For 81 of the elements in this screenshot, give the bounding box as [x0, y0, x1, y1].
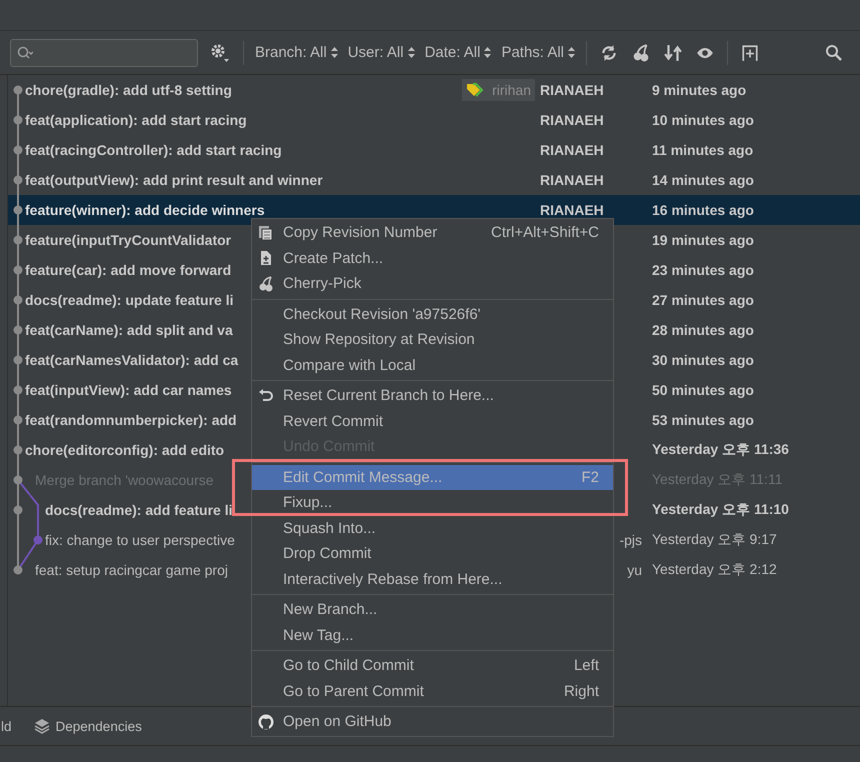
filter-dropdown[interactable]: User: All — [348, 44, 415, 61]
author-name: RIANAEH — [540, 82, 604, 98]
commit-date: Yesterday 오후 11:36 — [652, 441, 789, 459]
search-icon[interactable] — [825, 44, 843, 62]
filter-dropdown[interactable]: Paths: All — [501, 44, 575, 61]
commit-date: Yesterday 오후 9:17 — [652, 531, 777, 549]
menu-item[interactable]: Compare with Local — [252, 352, 613, 378]
patch-icon — [258, 250, 274, 266]
commit-date: 27 minutes ago — [652, 292, 754, 308]
caret-icon — [330, 47, 338, 58]
menu-item[interactable]: Open on GitHub — [252, 709, 613, 734]
commit-date: Yesterday 오후 11:10 — [652, 501, 789, 519]
tool-window-tab[interactable]: ld — [1, 718, 12, 734]
tag-label: ririhan — [462, 79, 535, 101]
author-name: RIANAEH — [540, 172, 604, 188]
commit-date: 50 minutes ago — [652, 382, 754, 398]
author-name: yu — [627, 562, 642, 578]
menu-item[interactable]: Create Patch... — [252, 246, 613, 271]
menu-item[interactable]: New Branch... — [252, 597, 613, 622]
commit-message[interactable]: feat: setup racingcar game proj — [35, 562, 228, 578]
menu-item[interactable]: Cherry-Pick — [252, 271, 613, 296]
commit-date: 14 minutes ago — [652, 172, 754, 188]
author-name: -pjs — [619, 532, 642, 548]
search-icon — [17, 46, 33, 60]
commit-message[interactable]: feat(inputView): add car names — [25, 382, 232, 398]
menu-item[interactable]: Copy Revision Number Ctrl+Alt+Shift+C — [252, 220, 613, 246]
menu-item[interactable]: Go to Parent Commit Right — [252, 678, 613, 704]
commit-message[interactable]: docs(readme): update feature li — [25, 292, 234, 308]
menu-item[interactable]: Fixup... — [252, 490, 613, 516]
menu-item[interactable]: Checkout Revision 'a97526f6' — [252, 302, 613, 327]
filter-dropdown[interactable]: Branch: All — [255, 44, 338, 61]
undo-icon — [258, 388, 274, 404]
caret-icon — [568, 47, 575, 58]
commit-date: 30 minutes ago — [652, 352, 754, 368]
commit-date: 10 minutes ago — [652, 112, 754, 128]
caret-icon — [484, 47, 492, 58]
menu-item[interactable]: Show Repository at Revision — [252, 327, 613, 352]
menu-item[interactable]: Squash Into... — [252, 516, 613, 541]
menu-item[interactable]: New Tag... — [252, 622, 613, 648]
cherry-icon — [258, 276, 274, 292]
commit-date: 28 minutes ago — [652, 322, 754, 338]
commit-message[interactable]: chore(gradle): add utf-8 setting — [25, 82, 232, 98]
menu-item[interactable]: Drop Commit — [252, 541, 613, 566]
tool-window-tab[interactable]: Dependencies — [34, 718, 142, 734]
settings-icon[interactable] — [210, 42, 230, 62]
copy-icon — [258, 224, 274, 241]
commit-date: 16 minutes ago — [652, 202, 754, 218]
author-name: RIANAEH — [540, 202, 604, 218]
commit-message[interactable]: feat(racingController): add start racing — [25, 142, 282, 158]
commit-date: 23 minutes ago — [652, 262, 754, 278]
search-field[interactable] — [10, 38, 198, 66]
commit-message[interactable]: feature(car): add move forward — [25, 262, 232, 278]
commit-date: 9 minutes ago — [652, 82, 746, 98]
commit-message[interactable]: chore(editorconfig): add edito — [25, 442, 224, 458]
refresh-icon[interactable] — [600, 44, 618, 62]
menu-item[interactable]: Interactively Rebase from Here... — [252, 566, 613, 592]
author-name: RIANAEH — [540, 112, 604, 128]
menu-item[interactable]: Reset Current Branch to Here... — [252, 383, 613, 408]
filter-dropdown[interactable]: Date: All — [424, 44, 492, 61]
author-name: RIANAEH — [540, 142, 604, 158]
commit-message[interactable]: feature(winner): add decide winners — [25, 202, 265, 218]
menu-item[interactable]: Go to Child Commit Left — [252, 653, 613, 678]
commit-message[interactable]: feat(carName): add split and va — [25, 322, 233, 338]
commit-date: 19 minutes ago — [652, 232, 754, 248]
commit-date: Yesterday 오후 2:12 — [652, 561, 777, 579]
github-icon — [258, 714, 274, 730]
sort-arrows-icon[interactable] — [664, 44, 682, 62]
add-tab-icon[interactable] — [741, 44, 759, 62]
layers-icon — [34, 718, 50, 734]
commit-message[interactable]: feat(application): add start racing — [25, 112, 247, 128]
commit-message[interactable]: fix: change to user perspective — [45, 532, 235, 548]
commit-message[interactable]: feature(inputTryCountValidator — [25, 232, 232, 248]
menu-item[interactable]: Revert Commit — [252, 408, 613, 434]
commit-message[interactable]: feat(outputView): add print result and winner — [25, 172, 323, 188]
cherry-icon[interactable] — [632, 44, 650, 62]
caret-icon — [408, 47, 415, 58]
commit-message[interactable]: feat(carNamesValidator): add ca — [25, 352, 238, 368]
commit-date: 53 minutes ago — [652, 412, 754, 428]
commit-date: 11 minutes ago — [652, 142, 754, 158]
commit-message[interactable]: feat(randomnumberpicker): add — [25, 412, 237, 428]
commit-message[interactable]: docs(readme): add feature li — [45, 502, 232, 518]
